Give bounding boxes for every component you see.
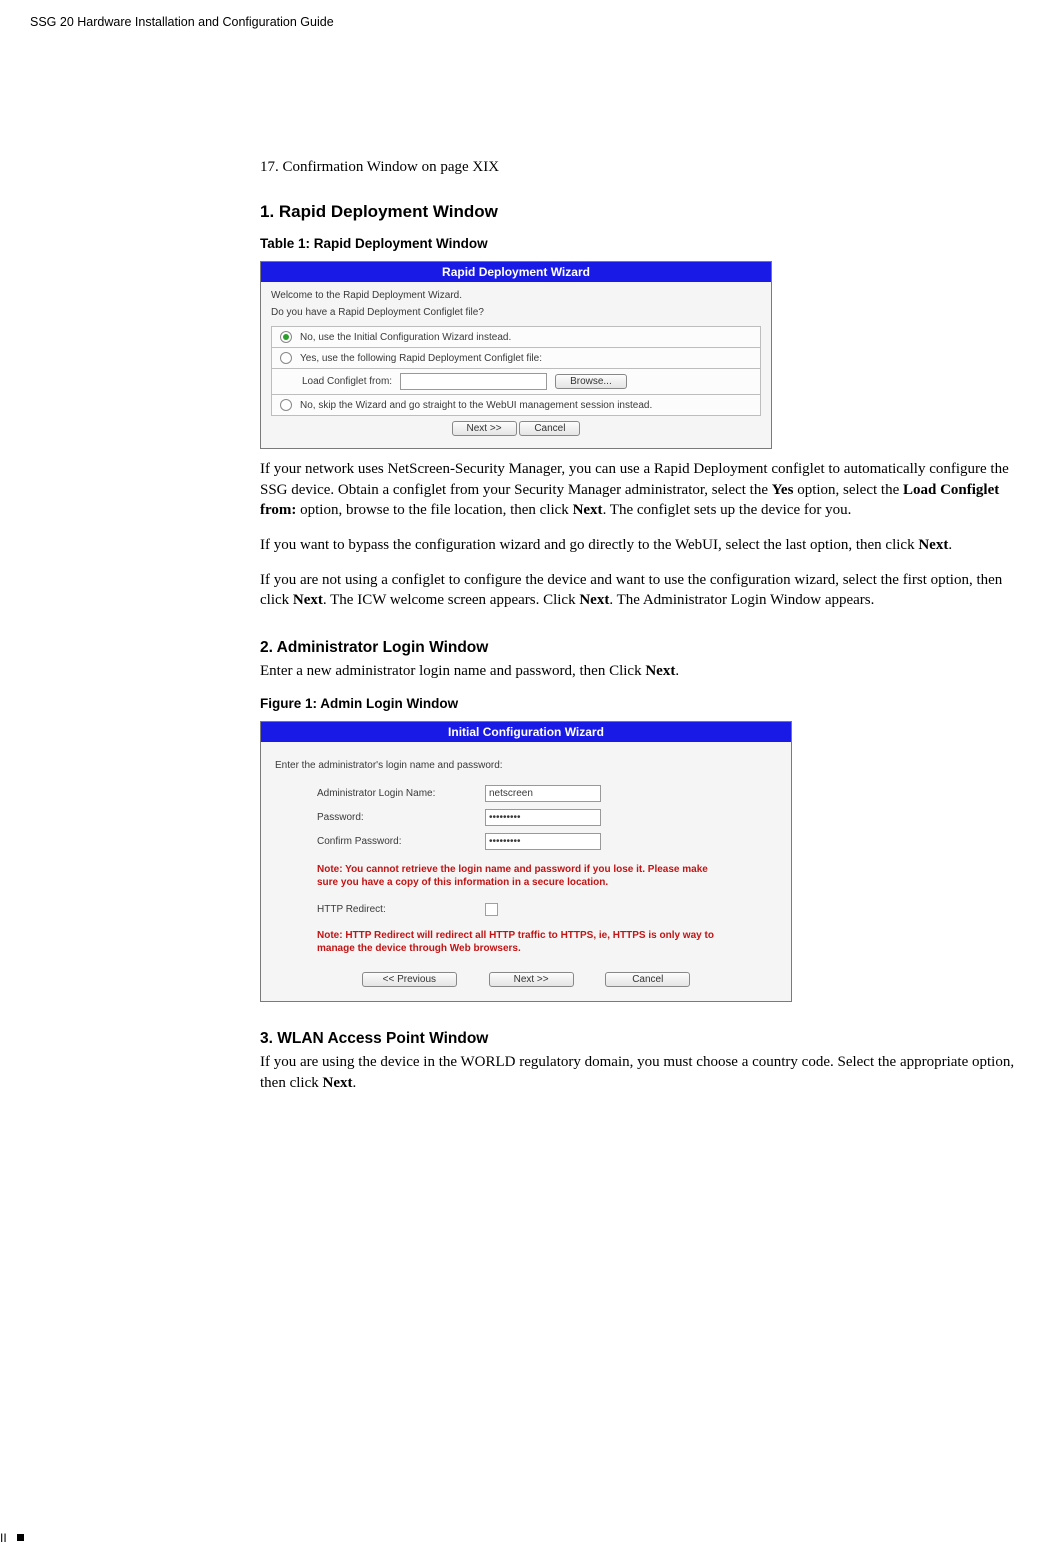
cancel-button[interactable]: Cancel bbox=[519, 421, 580, 436]
wizard2-lead: Enter the administrator's login name and… bbox=[275, 760, 781, 771]
login-row: Administrator Login Name: netscreen bbox=[271, 785, 781, 802]
wizard1-option3-label: No, skip the Wizard and go straight to t… bbox=[300, 400, 652, 411]
rapid-deployment-wizard: Rapid Deployment Wizard Welcome to the R… bbox=[260, 261, 772, 449]
http-redirect-checkbox[interactable] bbox=[485, 903, 498, 916]
initial-configuration-wizard: Initial Configuration Wizard Enter the a… bbox=[260, 721, 792, 1002]
wizard1-option2-label: Yes, use the following Rapid Deployment … bbox=[300, 353, 542, 364]
radio-icon[interactable] bbox=[280, 331, 292, 343]
note1: Note: You cannot retrieve the login name… bbox=[271, 857, 781, 896]
wizard1-load-row: Load Configlet from: Browse... bbox=[271, 368, 761, 395]
s1-para2: If you want to bypass the configuration … bbox=[260, 535, 1023, 556]
confirm-password-row: Confirm Password: ••••••••• bbox=[271, 833, 781, 850]
note2: Note: HTTP Redirect will redirect all HT… bbox=[271, 923, 781, 962]
login-input[interactable]: netscreen bbox=[485, 785, 601, 802]
cancel-button[interactable]: Cancel bbox=[605, 972, 690, 987]
next-button[interactable]: Next >> bbox=[489, 972, 574, 987]
figure1-caption: Figure 1: Admin Login Window bbox=[260, 696, 1023, 711]
wizard1-option1-label: No, use the Initial Configuration Wizard… bbox=[300, 332, 511, 343]
table1-caption: Table 1: Rapid Deployment Window bbox=[260, 236, 1023, 251]
section2-title: 2. Administrator Login Window bbox=[260, 639, 1023, 657]
confirm-password-input[interactable]: ••••••••• bbox=[485, 833, 601, 850]
footer-square-icon bbox=[17, 1534, 24, 1541]
next-button[interactable]: Next >> bbox=[452, 421, 517, 436]
wizard1-option2-row[interactable]: Yes, use the following Rapid Deployment … bbox=[271, 347, 761, 369]
s3-para: If you are using the device in the WORLD… bbox=[260, 1052, 1023, 1093]
wizard1-question: Do you have a Rapid Deployment Configlet… bbox=[271, 307, 761, 318]
confirm-password-label: Confirm Password: bbox=[317, 836, 485, 847]
running-head: SSG 20 Hardware Installation and Configu… bbox=[30, 15, 1023, 29]
login-label: Administrator Login Name: bbox=[317, 788, 485, 799]
password-input[interactable]: ••••••••• bbox=[485, 809, 601, 826]
http-redirect-row: HTTP Redirect: bbox=[271, 903, 781, 916]
previous-button[interactable]: << Previous bbox=[362, 972, 457, 987]
toc-line: 17. Confirmation Window on page XIX bbox=[260, 159, 1023, 176]
wizard2-title: Initial Configuration Wizard bbox=[261, 722, 791, 742]
radio-icon[interactable] bbox=[280, 352, 292, 364]
wizard1-option1-row[interactable]: No, use the Initial Configuration Wizard… bbox=[271, 326, 761, 348]
wizard1-welcome: Welcome to the Rapid Deployment Wizard. bbox=[271, 290, 761, 301]
wizard1-option3-row[interactable]: No, skip the Wizard and go straight to t… bbox=[271, 394, 761, 416]
http-redirect-label: HTTP Redirect: bbox=[317, 904, 485, 915]
page-footer: II bbox=[0, 1531, 24, 1545]
browse-button[interactable]: Browse... bbox=[555, 374, 627, 389]
page-number-roman: II bbox=[0, 1531, 7, 1545]
section3-title: 3. WLAN Access Point Window bbox=[260, 1030, 1023, 1048]
password-row: Password: ••••••••• bbox=[271, 809, 781, 826]
section1-title: 1. Rapid Deployment Window bbox=[260, 202, 1023, 222]
s1-para3: If you are not using a configlet to conf… bbox=[260, 570, 1023, 611]
load-configlet-label: Load Configlet from: bbox=[302, 376, 392, 387]
radio-icon[interactable] bbox=[280, 399, 292, 411]
configlet-file-input[interactable] bbox=[400, 373, 547, 390]
s2-intro: Enter a new administrator login name and… bbox=[260, 661, 1023, 682]
s1-para1: If your network uses NetScreen-Security … bbox=[260, 459, 1023, 521]
wizard1-title: Rapid Deployment Wizard bbox=[261, 262, 771, 282]
password-label: Password: bbox=[317, 812, 485, 823]
